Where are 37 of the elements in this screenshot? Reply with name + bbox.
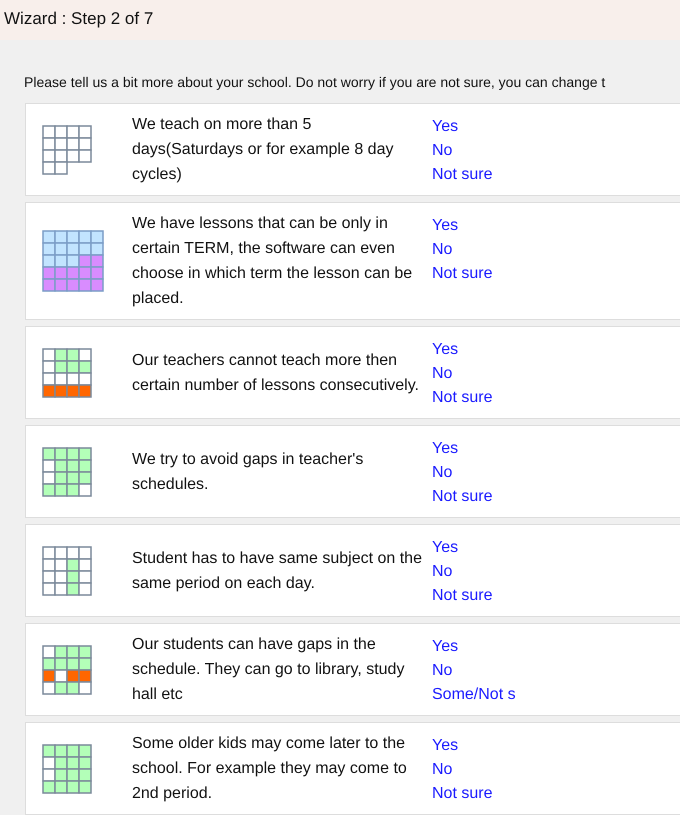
answer-link[interactable]: No [432, 560, 532, 584]
answer-link[interactable]: Yes [432, 115, 532, 139]
grid-icon [42, 744, 92, 794]
answer-link[interactable]: Some/Not s [432, 683, 532, 707]
answer-link[interactable]: No [432, 238, 532, 262]
question-text: Our students can have gaps in the schedule. They can go to library, study hall etc [132, 635, 406, 705]
answer-link[interactable]: Not sure [432, 386, 532, 410]
intro-text: Please tell us a bit more about your school. Do not worry if you are not sure, you can change t [24, 73, 606, 92]
answer-link[interactable]: No [432, 461, 532, 485]
question-text: Some older kids may come later to the school. For example they may come to 2nd period. [132, 734, 408, 804]
answer-link[interactable]: No [432, 139, 532, 163]
answer-link[interactable]: Not sure [432, 163, 532, 187]
answer-link[interactable]: Not sure [432, 782, 532, 806]
grid-icon [42, 644, 92, 694]
answer-link[interactable]: Not sure [432, 262, 532, 286]
answer-link[interactable]: Not sure [432, 485, 532, 509]
grid-icon [42, 230, 104, 292]
answer-link[interactable]: Yes [432, 214, 532, 238]
grid-icon [42, 124, 92, 174]
answer-link[interactable]: Yes [432, 635, 532, 659]
question-text: Our teachers cannot teach more then certain number of lessons consecutively. [132, 350, 420, 396]
answer-link[interactable]: Yes [432, 734, 532, 758]
question-text: We teach on more than 5 days(Saturdays or for example 8 day cycles) [132, 115, 394, 185]
answer-link[interactable]: No [432, 758, 532, 782]
answer-link[interactable]: No [432, 659, 532, 683]
grid-icon [42, 348, 92, 398]
grid-icon [42, 446, 92, 496]
question-text: We have lessons that can be only in certain TERM, the software can even choose in which term the lesson can be placed. [132, 214, 414, 309]
answer-link[interactable]: Not sure [432, 584, 532, 608]
grid-icon [42, 546, 92, 596]
answer-link[interactable]: Yes [432, 437, 532, 461]
window-title: Wizard : Step 2 of 7 [0, 0, 680, 40]
answer-link[interactable]: No [432, 362, 532, 386]
question-text: We try to avoid gaps in teacher's schedules. [132, 450, 364, 494]
answer-link[interactable]: Yes [432, 338, 532, 362]
answer-link[interactable]: Yes [432, 536, 532, 560]
question-text: Student has to have same subject on the same period on each day. [132, 548, 423, 594]
